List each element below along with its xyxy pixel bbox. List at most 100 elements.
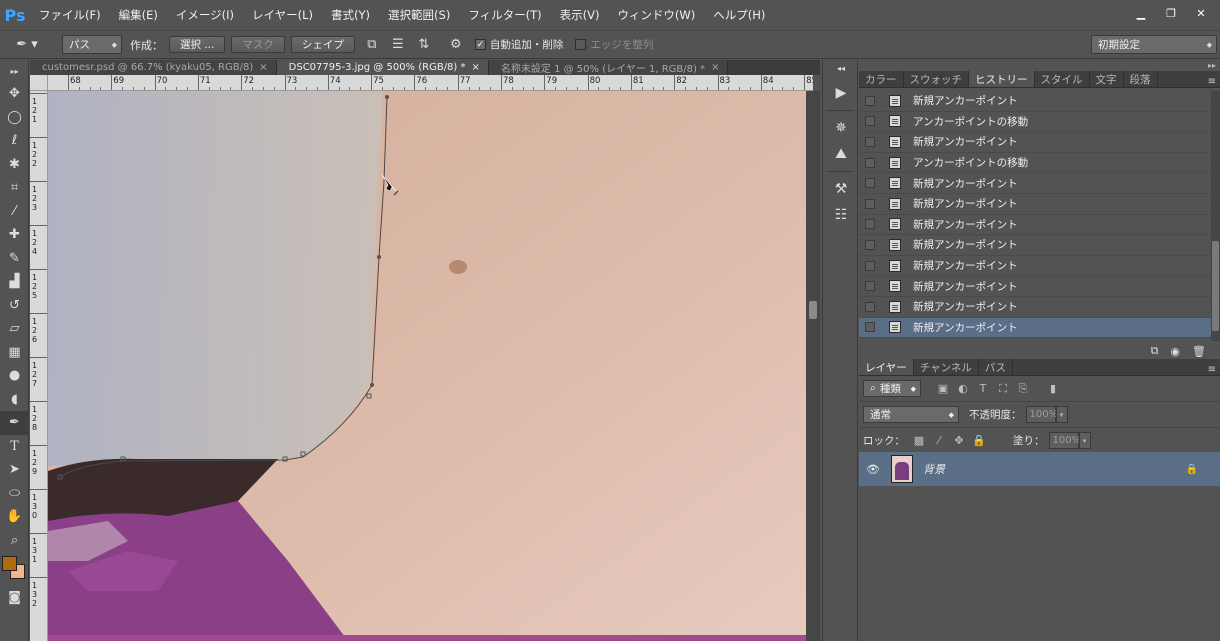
tab-layers[interactable]: レイヤー xyxy=(859,359,914,375)
menu-layer[interactable]: レイヤー(L) xyxy=(243,7,322,23)
pen-tool-icon[interactable]: ✒ xyxy=(0,411,29,435)
menu-select[interactable]: 選択範囲(S) xyxy=(379,7,459,23)
menu-filter[interactable]: フィルター(T) xyxy=(459,7,550,23)
lock-transparency-icon[interactable]: ▩ xyxy=(909,432,929,450)
history-item[interactable]: 新規アンカーポイント xyxy=(859,91,1211,112)
clone-source-icon[interactable]: ⛰ xyxy=(823,141,859,167)
menu-view[interactable]: 表示(V) xyxy=(551,7,609,23)
history-item[interactable]: 新規アンカーポイント xyxy=(859,132,1211,153)
eye-visibility-icon[interactable]: 👁 xyxy=(863,463,883,476)
menu-file[interactable]: ファイル(F) xyxy=(30,7,110,23)
blend-mode-select[interactable]: 通常 ◆ xyxy=(863,406,959,423)
menu-type[interactable]: 書式(Y) xyxy=(322,7,379,23)
opacity-dropdown-icon[interactable]: ▾ xyxy=(1055,406,1068,423)
opacity-input[interactable]: 100% xyxy=(1025,406,1058,423)
history-item-selected[interactable]: 新規アンカーポイント xyxy=(859,317,1211,339)
history-item[interactable]: アンカーポイントの移動 xyxy=(859,153,1211,174)
menu-image[interactable]: イメージ(I) xyxy=(167,7,243,23)
shape-layer-filter-icon[interactable]: ⛶ xyxy=(993,380,1013,398)
close-tab-icon[interactable]: × xyxy=(472,62,480,73)
restore-button[interactable]: ❐ xyxy=(1158,4,1184,22)
color-swatches[interactable] xyxy=(0,552,29,586)
type-tool-icon[interactable]: T xyxy=(0,435,29,459)
shape-button[interactable]: シェイプ xyxy=(290,36,355,53)
mask-button[interactable]: マスク xyxy=(231,36,285,53)
type-layer-filter-icon[interactable]: T xyxy=(973,380,993,398)
layer-filter-kind[interactable]: ⌕ 種類 ◆ xyxy=(863,380,921,397)
quick-mask-icon[interactable]: ◙ xyxy=(0,586,29,610)
zoom-tool-icon[interactable]: ⌕ xyxy=(0,529,29,553)
tab-character[interactable]: 文字 xyxy=(1090,71,1124,87)
history-item[interactable]: 新規アンカーポイント xyxy=(859,297,1211,318)
tool-presets-icon[interactable]: ⚒ xyxy=(823,176,859,202)
menu-edit[interactable]: 編集(E) xyxy=(110,7,167,23)
tab-history[interactable]: ヒストリー xyxy=(969,71,1035,87)
blur-tool-icon[interactable]: ● xyxy=(0,364,29,388)
tab-paragraph[interactable]: 段落 xyxy=(1124,71,1158,87)
layer-item-background[interactable]: 👁 背景 🔒 xyxy=(859,452,1220,486)
move-tool-icon[interactable]: ✥ xyxy=(0,82,29,106)
gear-icon[interactable]: ⚙ xyxy=(445,34,467,56)
gradient-tool-icon[interactable]: ▦ xyxy=(0,341,29,365)
crop-tool-icon[interactable]: ⌗ xyxy=(0,176,29,200)
tab-channels[interactable]: チャンネル xyxy=(914,359,979,375)
lock-position-icon[interactable]: ✥ xyxy=(949,432,969,450)
camera-snapshot-icon[interactable]: ◉ xyxy=(1170,345,1180,358)
canvas-vertical-scrollbar[interactable] xyxy=(806,91,820,641)
stamp-tool-icon[interactable]: ▟ xyxy=(0,270,29,294)
workspace-select[interactable]: 初期設定 ◆ xyxy=(1091,35,1217,54)
vertical-ruler[interactable]: 1 2 1 1 2 2 1 2 3 1 2 4 1 2 5 1 2 6 1 2 7 1 2 8… xyxy=(30,91,48,641)
document-tab[interactable]: 名称未設定 1 @ 50% (レイヤー 1, RGB/8) * × xyxy=(488,60,729,75)
fill-dropdown-icon[interactable]: ▾ xyxy=(1078,432,1091,449)
fill-input[interactable]: 100% xyxy=(1048,432,1081,449)
lasso-tool-icon[interactable]: ℓ xyxy=(0,129,29,153)
close-tab-icon[interactable]: × xyxy=(711,62,719,73)
new-document-from-state-icon[interactable]: ⧉ xyxy=(1151,344,1159,358)
select-button[interactable]: 選択 ... xyxy=(169,36,226,53)
history-item[interactable]: 新規アンカーポイント xyxy=(859,215,1211,236)
collapse-arrows-icon[interactable]: ◂◂ xyxy=(823,60,859,76)
document-tab-active[interactable]: DSC07795-3.jpg @ 500% (RGB/8) * × xyxy=(276,60,489,75)
history-brush-tool-icon[interactable]: ↺ xyxy=(0,294,29,318)
lock-image-icon[interactable]: ⁄ xyxy=(929,432,949,450)
healing-brush-tool-icon[interactable]: ✚ xyxy=(0,223,29,247)
panel-menu-icon[interactable]: ≡ xyxy=(1204,364,1220,375)
filter-toggle-icon[interactable]: ▮ xyxy=(1043,380,1063,398)
minimize-button[interactable]: ▁ xyxy=(1128,4,1154,22)
path-alignment-icon[interactable]: ☰ xyxy=(387,34,409,56)
tab-styles[interactable]: スタイル xyxy=(1035,71,1090,87)
eyedropper-tool-icon[interactable]: ⁄ xyxy=(0,200,29,224)
history-item[interactable]: 新規アンカーポイント xyxy=(859,235,1211,256)
auto-add-delete-checkbox[interactable]: ✓ 自動追加・削除 xyxy=(474,37,563,52)
horizontal-ruler[interactable]: 68 69 70 71 72 73 74 75 76 77 78 79 80 81 82 83 84 85 xyxy=(48,75,813,91)
history-item[interactable]: 新規アンカーポイント xyxy=(859,256,1211,277)
close-tab-icon[interactable]: × xyxy=(259,62,267,73)
hand-tool-icon[interactable]: ✋ xyxy=(0,505,29,529)
actions-play-icon[interactable]: ▶ xyxy=(823,80,859,106)
scroll-thumb[interactable] xyxy=(1212,241,1219,331)
lock-all-icon[interactable]: 🔒 xyxy=(969,432,989,450)
adjustment-layer-filter-icon[interactable]: ◐ xyxy=(953,380,973,398)
dodge-tool-icon[interactable]: ◖ xyxy=(0,388,29,412)
path-operations-icon[interactable]: ⧉ xyxy=(361,34,383,56)
pixel-layer-filter-icon[interactable]: ▣ xyxy=(933,380,953,398)
trash-icon[interactable]: 🗑 xyxy=(1192,345,1206,358)
marquee-tool-icon[interactable]: ◯ xyxy=(0,106,29,130)
collapse-arrows-icon[interactable]: ▸▸ xyxy=(0,60,29,82)
adjustments-icon[interactable]: ☷ xyxy=(823,202,859,228)
menu-help[interactable]: ヘルプ(H) xyxy=(704,7,774,23)
path-arrangement-icon[interactable]: ⇅ xyxy=(413,34,435,56)
history-item[interactable]: 新規アンカーポイント xyxy=(859,276,1211,297)
quick-select-tool-icon[interactable]: ✱ xyxy=(0,153,29,177)
history-item[interactable]: 新規アンカーポイント xyxy=(859,173,1211,194)
menu-window[interactable]: ウィンドウ(W) xyxy=(608,7,704,23)
scroll-thumb[interactable] xyxy=(809,301,817,319)
brush-settings-icon[interactable]: ✵ xyxy=(823,115,859,141)
brush-tool-icon[interactable]: ✎ xyxy=(0,247,29,271)
history-scrollbar[interactable] xyxy=(1211,91,1220,341)
foreground-color-swatch[interactable] xyxy=(2,556,17,571)
document-tab[interactable]: customesr.psd @ 66.7% (kyaku05, RGB/8) × xyxy=(30,60,277,75)
ellipse-tool-icon[interactable]: ⬭ xyxy=(0,482,29,506)
history-item[interactable]: 新規アンカーポイント xyxy=(859,194,1211,215)
pen-tool-preset-icon[interactable]: ✒ ▾ xyxy=(10,34,44,56)
